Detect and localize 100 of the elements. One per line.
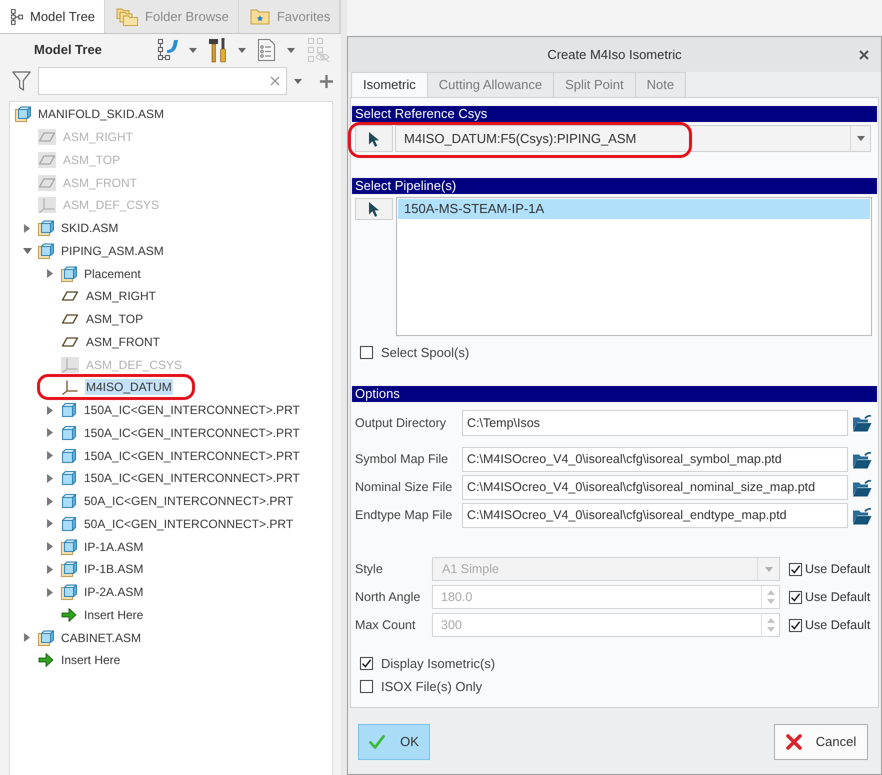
tree-item[interactable]: ASM_TOP [85,311,144,328]
field-label: Symbol Map File [355,451,450,468]
tree-item[interactable]: Placement [83,266,142,282]
plane-icon [38,152,56,168]
star-folder-icon [250,8,270,25]
pick-button[interactable] [355,125,393,152]
caret-icon[interactable] [287,48,295,52]
plane-icon [38,129,56,146]
tree-item[interactable]: 50A_IC<GEN_INTERCONNECT>.PRT [83,516,294,532]
collapsed-arrow-icon[interactable] [47,474,53,483]
tree-item[interactable]: SKID.ASM [60,220,120,236]
coordinate-axes-icon [38,197,56,214]
tree-item[interactable]: 150A_IC<GEN_INTERCONNECT>.PRT [83,402,301,418]
path-field[interactable]: C:\M4ISOcreo_V4_0\isoreal\cfg\isoreal_nominal_size_map.ptd [462,475,848,500]
document-list-icon[interactable] [257,38,276,62]
cancel-button[interactable]: Cancel [774,724,868,760]
dialog-tab[interactable]: Cutting Allowance [428,72,554,97]
panel-title: Model Tree [34,41,102,60]
check-icon [369,735,386,749]
tree-item[interactable]: M4ISO_DATUM [85,379,173,396]
tree-settings-icon[interactable] [158,38,180,62]
path-field[interactable]: C:\Temp\Isos [462,410,848,436]
cursor-arrow-icon [368,130,380,146]
collapsed-arrow-icon[interactable] [47,406,53,415]
part-icon [61,448,77,464]
insert-arrow-icon [61,606,77,623]
section-header: Options [352,386,877,402]
tree-item[interactable]: IP-1A.ASM [83,538,144,555]
dialog-title: Create M4Iso Isometric [546,46,683,64]
collapsed-arrow-icon[interactable] [47,519,53,528]
checkbox-label: Use Default [805,616,870,634]
tree-item[interactable]: Insert Here [60,652,122,668]
collapsed-arrow-icon[interactable] [24,633,30,642]
caret-icon[interactable] [189,48,197,52]
collapsed-arrow-icon[interactable] [47,542,53,552]
caret-icon[interactable] [294,78,302,84]
close-icon[interactable] [859,50,869,60]
folders-icon [116,8,138,26]
part-icon [61,470,77,486]
tree-item[interactable]: IP-1B.ASM [83,561,144,578]
tree-item[interactable]: MANIFOLD_SKID.ASM [37,106,166,122]
checkbox-label: Select Spool(s) [381,344,470,362]
tree-item[interactable]: IP-2A.ASM [83,584,144,600]
path-field[interactable]: C:\M4ISOcreo_V4_0\isoreal\cfg\isoreal_symbol_map.ptd [462,447,848,472]
plane-icon [38,174,56,191]
pipeline-item[interactable]: 150A-MS-STEAM-IP-1A [398,199,870,219]
open-folder-icon[interactable] [852,506,872,524]
csys-combobox[interactable]: M4ISO_DATUM:F5(Csys):PIPING_ASM [395,125,871,152]
pick-button[interactable] [355,198,393,220]
collapsed-arrow-icon[interactable] [47,428,53,438]
tree-item[interactable]: 150A_IC<GEN_INTERCONNECT>.PRT [83,424,301,441]
tree-item[interactable]: PIPING_ASM.ASM [60,242,165,259]
checkbox[interactable] [360,657,373,670]
tree-item[interactable]: ASM_RIGHT [85,288,158,304]
checkbox-label: ISOX File(s) Only [381,678,482,696]
collapsed-arrow-icon[interactable] [47,564,53,574]
plus-icon[interactable] [320,74,333,88]
caret-icon[interactable] [238,48,246,52]
tree-item[interactable]: 50A_IC<GEN_INTERCONNECT>.PRT [83,493,294,510]
dialog-tab[interactable]: Split Point [554,72,636,97]
tree-item[interactable]: Insert Here [83,606,144,623]
clear-icon[interactable] [270,76,280,86]
field-label: Style [355,560,384,578]
open-folder-icon[interactable] [852,414,872,432]
tree-item[interactable]: ASM_FRONT [85,334,162,350]
caret-icon[interactable] [856,136,864,141]
collapsed-arrow-icon[interactable] [24,224,30,233]
dropdown-value: A1 Simple [441,560,500,578]
section-header: Select Reference Csys [352,106,877,122]
tree-item[interactable]: CABINET.ASM [60,630,142,646]
expanded-arrow-icon[interactable] [22,248,32,254]
checkbox[interactable] [360,680,373,693]
collapsed-arrow-icon[interactable] [47,588,53,597]
collapsed-arrow-icon[interactable] [47,496,53,506]
filter-field[interactable] [38,67,287,95]
assembly-icon [38,242,54,259]
path-field[interactable]: C:\M4ISOcreo_V4_0\isoreal\cfg\isoreal_endtype_map.ptd [462,503,848,528]
filter-icon[interactable] [12,71,31,91]
assembly-icon [38,220,54,236]
field-label: Endtype Map File [355,507,454,524]
field-label: Max Count [355,616,416,634]
panel-tab[interactable]: Model Tree [0,0,104,33]
open-folder-icon[interactable] [852,478,872,496]
collapsed-arrow-icon[interactable] [47,269,53,278]
part-icon [61,402,77,418]
dialog-tab[interactable]: Isometric [351,72,428,97]
collapsed-arrow-icon[interactable] [47,451,53,460]
assembly-icon [61,538,77,555]
field-label: Output Directory [355,414,448,432]
dialog-tab[interactable]: Note [636,72,686,97]
combobox-value: M4ISO_DATUM:F5(Csys):PIPING_ASM [403,130,638,148]
ok-button[interactable]: OK [358,724,430,760]
part-icon [61,516,77,532]
checkbox[interactable] [360,346,373,359]
hammer-icon[interactable] [208,37,228,63]
coordinate-axes-icon [61,356,79,373]
tree-item[interactable]: 150A_IC<GEN_INTERCONNECT>.PRT [83,448,301,464]
field-value: 180.0 [440,588,474,606]
tree-item[interactable]: 150A_IC<GEN_INTERCONNECT>.PRT [83,470,301,486]
open-folder-icon[interactable] [852,450,872,468]
